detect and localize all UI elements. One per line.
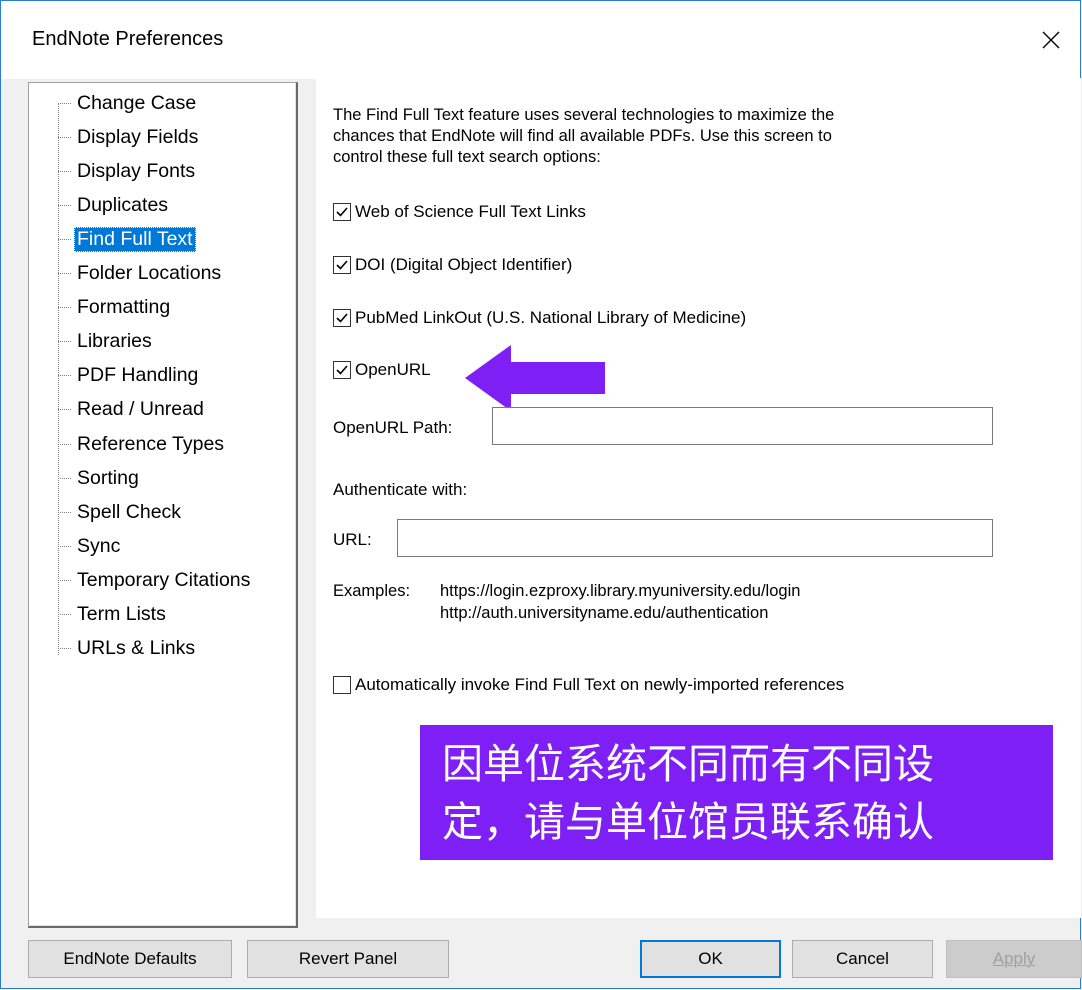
description-line: The Find Full Text feature uses several …	[333, 106, 835, 124]
auto-find-label: Automatically invoke Find Full Text on n…	[355, 675, 845, 694]
sidebar-item[interactable]: Change Case	[58, 88, 199, 118]
sidebar-item-label: Folder Locations	[77, 262, 222, 284]
sidebar-item[interactable]: Duplicates	[58, 190, 171, 220]
openurl-option[interactable]: OpenURL	[333, 360, 431, 380]
tree-branch	[58, 102, 71, 104]
auto-find-option[interactable]: Automatically invoke Find Full Text on n…	[333, 675, 844, 695]
tree-branch	[58, 614, 71, 615]
sidebar-item[interactable]: Display Fonts	[58, 156, 198, 186]
sidebar-item[interactable]: Spell Check	[58, 497, 184, 527]
description-line: control these full text search options:	[333, 148, 601, 166]
openurl-path-input[interactable]	[492, 407, 993, 445]
sidebar-item[interactable]: Formatting	[58, 293, 173, 323]
sidebar-item[interactable]: Term Lists	[58, 600, 169, 630]
pubmed-checkbox[interactable]	[333, 309, 351, 327]
sidebar-item-label: Temporary Citations	[77, 568, 251, 591]
authenticate-label: Authenticate with:	[333, 480, 468, 499]
tree-branch	[58, 204, 71, 206]
sidebar-item-label: Display Fonts	[77, 159, 196, 182]
sidebar-item[interactable]: Folder Locations	[58, 259, 224, 289]
sidebar-item-label: Formatting	[77, 296, 171, 319]
sidebar-item-label: Reference Types	[77, 432, 225, 455]
sidebar-item[interactable]: Display Fields	[58, 122, 201, 152]
sidebar-item[interactable]: Sync	[58, 531, 123, 561]
doi-label: DOI (Digital Object Identifier)	[355, 255, 573, 274]
check-icon	[336, 313, 348, 323]
url-examples: Examples: https://login.ezproxy.library.…	[333, 580, 800, 624]
check-icon	[336, 260, 348, 270]
tree-branch	[58, 273, 71, 274]
sidebar-item-label: Display Fields	[77, 125, 199, 148]
description-line: chances that EndNote will find all avail…	[333, 127, 832, 145]
sidebar-item[interactable]: Find Full Text	[58, 224, 196, 254]
tree-branch	[58, 545, 71, 547]
endnote-defaults-button[interactable]: EndNote Defaults	[28, 940, 232, 978]
openurl-path-label: OpenURL Path:	[333, 418, 453, 437]
authenticate-url-input[interactable]	[397, 519, 993, 557]
panel-description: The Find Full Text feature uses several …	[333, 105, 993, 168]
ok-button[interactable]: OK	[640, 940, 781, 978]
tree-branch	[58, 443, 71, 445]
sidebar-item-label: Find Full Text	[74, 226, 196, 252]
sidebar-item-label: URLs & Links	[77, 637, 196, 660]
tree-branch	[58, 307, 71, 309]
wos-checkbox[interactable]	[333, 203, 351, 221]
openurl-checkbox[interactable]	[333, 361, 351, 379]
tree-branch	[58, 238, 71, 240]
cancel-button[interactable]: Cancel	[792, 940, 933, 978]
check-icon	[336, 207, 348, 217]
tree-branch	[58, 511, 71, 513]
note-line: 定，请与单位馆员联系确认	[442, 798, 934, 846]
tree-branch	[58, 341, 71, 343]
url-label: URL:	[333, 530, 372, 549]
doi-checkbox[interactable]	[333, 256, 351, 274]
sidebar-item[interactable]: Reference Types	[58, 429, 227, 459]
sidebar-item[interactable]: URLs & Links	[58, 634, 198, 664]
pubmed-option[interactable]: PubMed LinkOut (U.S. National Library of…	[333, 308, 746, 328]
tree-branch	[58, 648, 71, 650]
example-url: https://login.ezproxy.library.myuniversi…	[440, 582, 801, 600]
sidebar-item[interactable]: Read / Unread	[58, 395, 207, 425]
sidebar-item-label: Sync	[77, 534, 121, 557]
apply-button[interactable]: Apply	[946, 940, 1082, 978]
tree-branch	[58, 579, 71, 581]
sidebar-item[interactable]: PDF Handling	[58, 361, 201, 391]
close-button[interactable]	[1022, 1, 1080, 79]
sidebar-item-label: Read / Unread	[77, 398, 204, 421]
tree-branch	[58, 136, 71, 138]
left-arrow-annotation-icon	[465, 345, 605, 411]
pubmed-label: PubMed LinkOut (U.S. National Library of…	[355, 308, 747, 327]
sidebar-item-label: Duplicates	[77, 193, 169, 216]
title-bar: EndNote Preferences	[1, 1, 1080, 79]
sidebar-item-label: Sorting	[77, 466, 139, 489]
annotation-note: 因单位系统不同而有不同设 定，请与单位馆员联系确认	[420, 725, 1053, 860]
check-icon	[336, 365, 348, 375]
revert-panel-button[interactable]: Revert Panel	[247, 940, 449, 978]
sidebar-item-label: Change Case	[77, 91, 197, 114]
auto-find-checkbox[interactable]	[333, 676, 351, 694]
note-line: 因单位系统不同而有不同设	[442, 740, 934, 788]
sidebar-item[interactable]: Libraries	[58, 327, 155, 357]
sidebar-item[interactable]: Temporary Citations	[58, 565, 253, 595]
sidebar-item[interactable]: Sorting	[58, 463, 142, 493]
openurl-label: OpenURL	[355, 360, 431, 379]
example-url: http://auth.universityname.edu/authentic…	[440, 604, 769, 622]
sidebar-item-label: Spell Check	[77, 500, 182, 523]
window-title: EndNote Preferences	[32, 28, 224, 50]
tree-branch	[58, 375, 71, 377]
doi-option[interactable]: DOI (Digital Object Identifier)	[333, 255, 572, 275]
tree-branch	[58, 477, 71, 479]
wos-label: Web of Science Full Text Links	[355, 202, 586, 221]
wos-option[interactable]: Web of Science Full Text Links	[333, 202, 586, 222]
examples-label: Examples:	[333, 582, 411, 600]
close-icon	[1042, 31, 1060, 49]
tree-branch	[58, 409, 71, 411]
apply-label: Apply	[992, 949, 1036, 968]
tree-branch	[58, 170, 71, 172]
sidebar-item-label: Term Lists	[77, 603, 166, 625]
sidebar-item-label: Libraries	[77, 330, 152, 353]
sidebar-item-label: PDF Handling	[77, 364, 199, 387]
